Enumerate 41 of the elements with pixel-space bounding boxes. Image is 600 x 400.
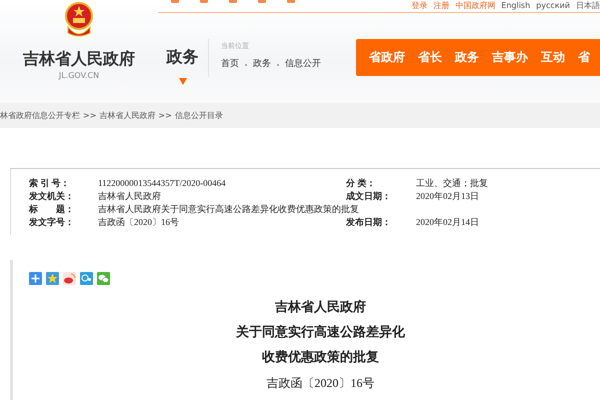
- top-link[interactable]: 注册: [433, 1, 450, 11]
- breadcrumb-link[interactable]: 信息公开目录: [174, 110, 223, 121]
- field-value: 11220000013544357T/2020-00464: [98, 177, 227, 189]
- document-title: 吉林省人民政府: [275, 298, 366, 316]
- field-value: 吉林省人民政府关于同意实行高速公路差异化收费优惠政策的批复: [98, 203, 360, 215]
- location-link[interactable]: 政务: [253, 59, 271, 70]
- field-label: 索 引 号：: [29, 177, 70, 189]
- weibo-share-icon[interactable]: [63, 272, 76, 285]
- breadcrumb-separator: >>: [83, 111, 96, 120]
- wechat-share-icon[interactable]: [97, 272, 110, 285]
- document-title: 收费优惠政策的批复: [262, 348, 379, 366]
- breadcrumb-separator: >>: [158, 111, 172, 120]
- field-label: 分 类：: [346, 177, 376, 189]
- section-title: 政务: [166, 48, 198, 66]
- field-label: 发文机关：: [29, 190, 75, 202]
- field-label: 发文字号：: [29, 216, 75, 228]
- plus-share-icon[interactable]: [29, 272, 42, 285]
- top-link[interactable]: русский: [536, 1, 570, 11]
- field-value: 2020年02月14日: [416, 216, 480, 228]
- field-value: 吉林省人民政府: [98, 190, 162, 202]
- location-link[interactable]: 首页: [221, 59, 239, 70]
- location-link[interactable]: 信息公开: [285, 59, 321, 70]
- chat-share-icon[interactable]: [80, 272, 93, 285]
- breadcrumb-link[interactable]: 吉林省人民政府: [99, 110, 156, 121]
- star-share-icon[interactable]: [46, 272, 59, 285]
- breadcrumb-link[interactable]: 林省政府信息公开专栏: [0, 110, 80, 121]
- national-emblem-icon: [64, 1, 94, 39]
- field-value: 工业、交通；批复: [416, 177, 489, 189]
- field-label: 成文日期：: [346, 190, 392, 202]
- document-number: 吉政函〔2020〕16号: [266, 375, 374, 392]
- site-domain: JL.GOV.CN: [58, 71, 100, 80]
- dropdown-triangle-icon: [178, 78, 186, 85]
- field-value: 吉政函〔2020〕16号: [98, 216, 180, 228]
- site-name: 吉林省人民政府: [23, 49, 135, 69]
- document-title: 关于同意实行高速公路差异化: [236, 323, 405, 341]
- top-link[interactable]: 登录: [411, 1, 428, 11]
- field-label: 发布日期：: [346, 216, 392, 228]
- top-link[interactable]: English: [501, 1, 530, 11]
- field-label: 标 题：: [29, 203, 75, 215]
- field-value: 2020年02月13日: [416, 190, 480, 202]
- top-link[interactable]: 日本語: [576, 1, 600, 11]
